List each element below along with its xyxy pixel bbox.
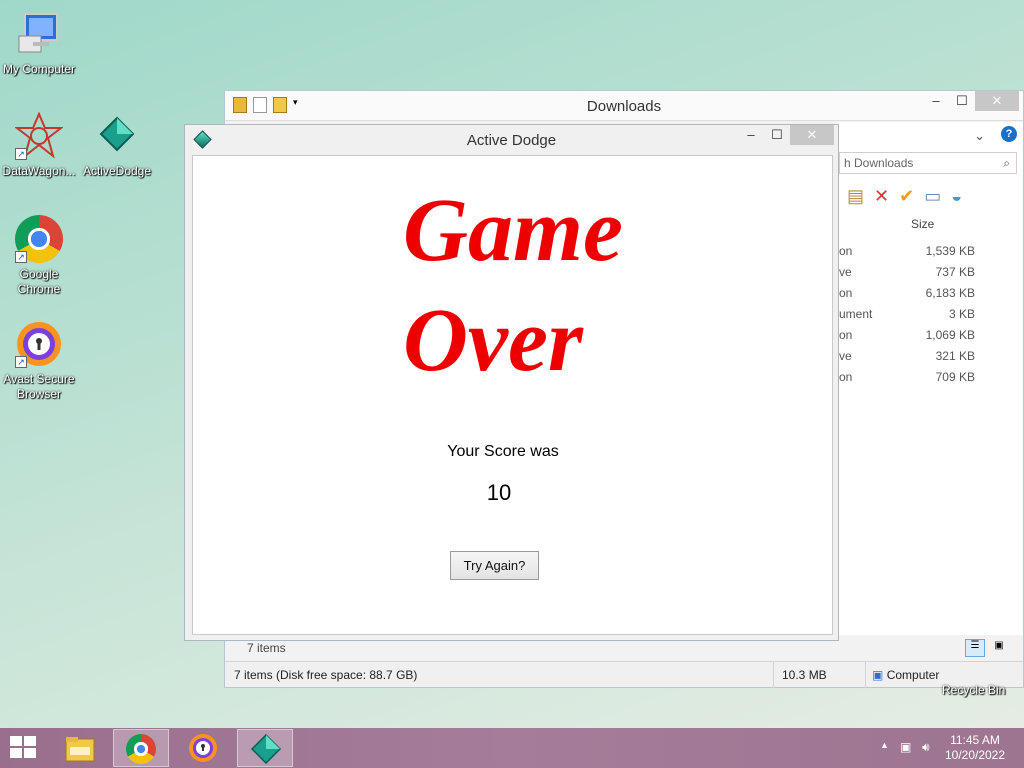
minimize-button[interactable]: – (738, 125, 764, 145)
details-view-icon[interactable]: ☰ (965, 639, 985, 657)
activedodge-diamond-icon (93, 112, 141, 160)
list-item[interactable]: ve 737 KB (839, 265, 989, 286)
paste-icon[interactable]: ▤ (847, 186, 864, 207)
taskbar-activedodge[interactable] (237, 729, 293, 767)
file-list: on 1,539 KB ve 737 KB on 6,183 KB ument 3 KB… (839, 244, 989, 391)
shortcut-arrow-icon: ↗ (15, 356, 27, 368)
recycle-bin-label[interactable]: Recycle Bin (942, 683, 1005, 697)
shell-icon[interactable]: ◒ (951, 186, 962, 207)
minimize-button[interactable]: – (923, 91, 949, 111)
list-item[interactable]: on 1,069 KB (839, 328, 989, 349)
shortcut-arrow-icon: ↗ (15, 148, 27, 160)
game-canvas: Game Over Your Score was 10 Try Again? (192, 155, 833, 635)
maximize-button[interactable]: ☐ (949, 91, 975, 111)
desktop-icon-label: Avast Secure Browser (3, 372, 75, 401)
chrome-icon (126, 734, 158, 764)
status-bar: 7 items (Disk free space: 88.7 GB) 10.3 … (225, 661, 1023, 688)
score-value: 10 (486, 480, 512, 505)
desktop-icon-google-chrome[interactable]: ↗ Google Chrome (0, 215, 78, 297)
clock-date: 10/20/2022 (944, 748, 1006, 762)
computer-icon (15, 10, 63, 58)
game-over-line2: Over (403, 291, 583, 390)
taskbar-avast-browser[interactable] (176, 729, 232, 767)
taskbar-chrome[interactable] (113, 729, 169, 767)
search-placeholder: h Downloads (844, 156, 914, 170)
volume-icon[interactable]: 🔊︎ (922, 740, 930, 755)
game-titlebar[interactable]: Active Dodge – ☐ ✕ (185, 125, 838, 155)
search-icon: ⌕ (1003, 156, 1010, 170)
desktop-icon-label: ActiveDodge (82, 164, 152, 178)
delete-icon[interactable]: ✕ (874, 186, 889, 207)
list-item[interactable]: ument 3 KB (839, 307, 989, 328)
search-input[interactable]: h Downloads ⌕ (839, 152, 1017, 174)
taskbar-file-explorer[interactable] (52, 729, 108, 767)
desktop-icon-my-computer[interactable]: My Computer (0, 10, 78, 77)
avast-browser-icon (188, 733, 220, 763)
avast-browser-icon: ↗ (15, 320, 63, 368)
list-item[interactable]: on 6,183 KB (839, 286, 989, 307)
large-icons-view-icon[interactable]: ▣ (989, 639, 1009, 657)
status-summary: 7 items (Disk free space: 88.7 GB) (234, 668, 418, 682)
game-over-line1: Game (403, 181, 623, 280)
folder-icon (64, 733, 96, 763)
shortcut-arrow-icon: ↗ (15, 251, 27, 263)
chrome-icon: ↗ (15, 215, 63, 263)
items-count: 7 items (247, 641, 286, 655)
taskbar: ▲ ▣ 🔊︎ 11:45 AM 10/20/2022 (0, 728, 1024, 768)
windows-logo-icon (10, 736, 22, 746)
chevron-up-icon[interactable]: ▲ (880, 740, 889, 750)
toolbar: ▤ ✕ ✔ ▭ ◒ (847, 186, 962, 207)
desktop-icon-datawagon[interactable]: ↗ DataWagon... (0, 111, 78, 179)
desktop-icon-avast-browser[interactable]: ↗ Avast Secure Browser (0, 320, 78, 402)
column-header-size[interactable]: Size (911, 217, 934, 231)
desktop-icon-label: My Computer (2, 62, 76, 76)
list-item[interactable]: on 1,539 KB (839, 244, 989, 265)
list-item[interactable]: ve 321 KB (839, 349, 989, 370)
desktop-icon-label: DataWagon... (2, 164, 76, 178)
status-total-size: 10.3 MB (773, 662, 835, 688)
close-button[interactable]: ✕ (975, 91, 1019, 111)
rename-icon[interactable]: ▭ (924, 186, 941, 207)
game-window[interactable]: Active Dodge – ☐ ✕ Game Over Your Score … (184, 124, 839, 641)
computer-icon: ▣ (872, 668, 884, 682)
clock[interactable]: 11:45 AM 10/20/2022 (940, 733, 1010, 763)
explorer-titlebar[interactable]: ▾ Downloads – ☐ ✕ (225, 91, 1023, 121)
maximize-button[interactable]: ☐ (764, 125, 790, 145)
close-button[interactable]: ✕ (790, 125, 834, 145)
help-icon[interactable]: ? (1001, 126, 1017, 142)
desktop-icon-label: Google Chrome (17, 267, 61, 296)
start-button[interactable] (10, 736, 38, 760)
system-tray: ▲ ▣ 🔊︎ 11:45 AM 10/20/2022 (864, 728, 1024, 768)
datawagon-icon: ↗ (14, 111, 64, 160)
chevron-down-icon[interactable]: ⌄ (974, 128, 985, 144)
checkmark-icon[interactable]: ✔ (899, 186, 914, 207)
network-icon[interactable]: ▣ (900, 740, 911, 754)
score-label: Your Score was (447, 443, 559, 460)
activedodge-diamond-icon (250, 733, 282, 765)
try-again-button[interactable]: Try Again? (450, 551, 539, 580)
status-location: ▣ Computer (865, 662, 945, 688)
explorer-right-pane: ⌄ ? h Downloads ⌕ ▤ ✕ ✔ ▭ ◒ Size on 1,539… (839, 122, 1023, 635)
desktop-icon-activedodge[interactable]: ActiveDodge (78, 112, 156, 179)
clock-time: 11:45 AM (950, 733, 1000, 747)
explorer-title: Downloads (586, 98, 662, 115)
list-item[interactable]: on 709 KB (839, 370, 989, 391)
